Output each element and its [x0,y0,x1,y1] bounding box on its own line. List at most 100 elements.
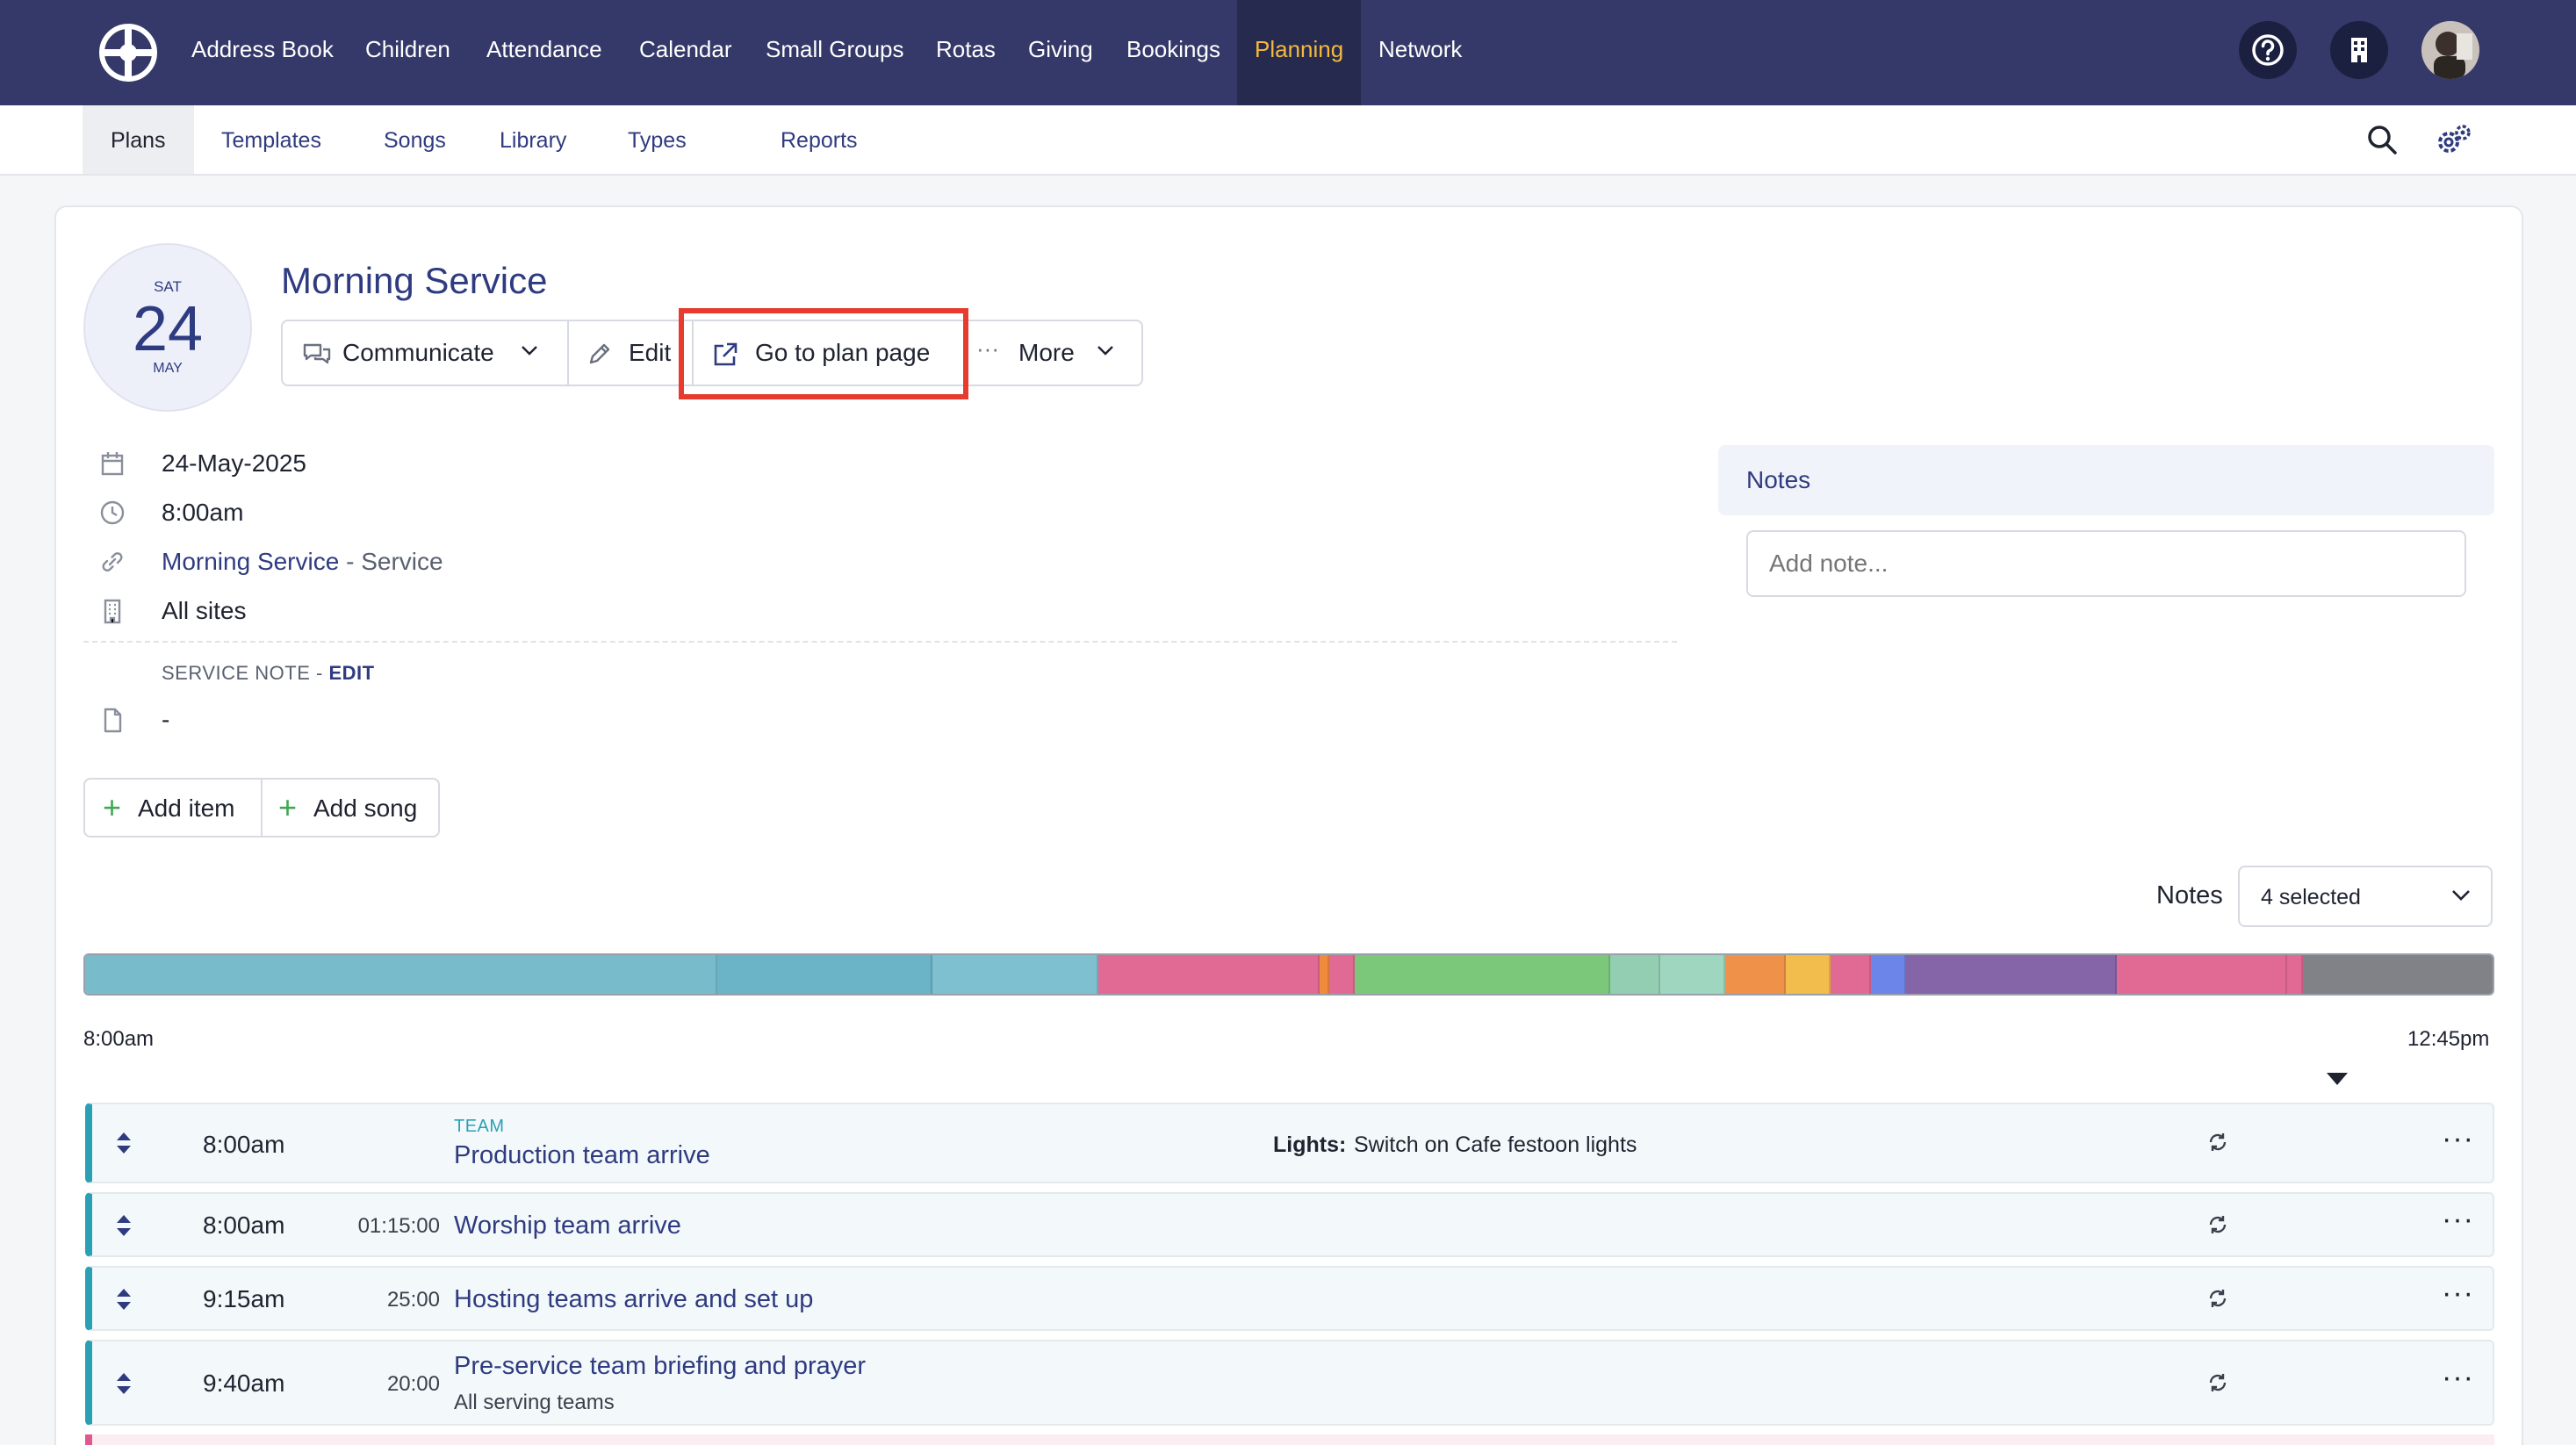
plan-item-row[interactable]: 9:15am 25:00 Hosting teams arrive and se… [85,1266,2494,1331]
chevron-down-icon [520,344,539,356]
add-item-button[interactable]: + Add item [85,780,261,836]
document-icon [98,706,126,734]
nav-attendance[interactable]: Attendance [486,0,602,105]
nav-children[interactable]: Children [365,0,450,105]
highlight-box [679,308,968,399]
tab-plans[interactable]: Plans [83,105,194,174]
timeline-segment[interactable] [1354,955,1611,994]
item-note-label: Lights: [1273,1132,1347,1157]
timeline-end-time: 12:45pm [2407,1027,2490,1051]
drag-handle-icon[interactable] [115,1371,133,1396]
nav-giving[interactable]: Giving [1028,0,1093,105]
item-time: 9:15am [203,1285,285,1312]
item-more-icon[interactable]: ··· [2442,1361,2474,1395]
tab-types[interactable]: Types [628,105,687,174]
date-badge-weekday: SAT [154,278,182,295]
timeline-segment[interactable] [1725,955,1786,994]
nav-network[interactable]: Network [1378,0,1462,105]
plan-sites: All sites [162,597,247,624]
top-navbar: Address Book Children Attendance Calenda… [0,0,2576,105]
tab-library[interactable]: Library [500,105,566,174]
timeline-segment[interactable] [932,955,1099,994]
building-icon [98,597,126,625]
edit-button[interactable]: Edit [569,321,692,385]
add-song-button[interactable]: + Add song [263,780,438,836]
notes-filter-value: 4 selected [2261,885,2361,909]
plan-item-row[interactable]: 9:40am 20:00 Pre-service team briefing a… [85,1340,2494,1426]
nav-bookings[interactable]: Bookings [1126,0,1220,105]
notes-filter-select[interactable]: 4 selected [2238,866,2493,927]
timeline-segment[interactable] [1785,955,1831,994]
timeline-segment[interactable] [2302,955,2493,994]
drag-handle-icon[interactable] [115,1213,133,1238]
service-note-label: SERVICE NOTE - [162,662,329,684]
notes-filter-label: Notes [2156,881,2223,909]
service-note-edit-link[interactable]: EDIT [328,662,374,684]
chevron-down-icon [1096,344,1115,356]
nav-calendar[interactable]: Calendar [639,0,732,105]
timeline-segment[interactable] [1319,955,1330,994]
sync-icon[interactable] [2206,1131,2229,1154]
timeline-segment[interactable] [1329,955,1355,994]
timeline-segment[interactable] [2287,955,2303,994]
add-actions-group: + Add item + Add song [83,778,440,838]
plan-time: 8:00am [162,499,244,526]
date-badge-day: 24 [132,294,204,364]
tab-templates[interactable]: Templates [221,105,321,174]
nav-rotas[interactable]: Rotas [936,0,996,105]
drag-handle-icon[interactable] [115,1131,133,1155]
item-title[interactable]: Hosting teams arrive and set up [454,1285,813,1314]
plan-item-row[interactable]: 8:00am 01:15:00 Worship team arrive ··· [85,1192,2494,1257]
tab-reports[interactable]: Reports [781,105,858,174]
service-type: - Service [339,548,443,575]
calendar-icon [98,449,126,478]
app-logo-icon[interactable] [98,23,158,83]
item-tag: TEAM [454,1117,505,1136]
plus-icon: + [278,789,298,825]
add-item-label: Add item [138,794,235,822]
nav-address-book[interactable]: Address Book [191,0,334,105]
search-icon[interactable] [2365,123,2399,156]
sync-icon[interactable] [2206,1371,2229,1394]
building-icon[interactable] [2330,21,2388,79]
chat-bubbles-icon [302,341,332,367]
timeline-segment[interactable] [1098,955,1320,994]
more-button[interactable]: ··· More [968,321,1141,385]
nav-small-groups[interactable]: Small Groups [766,0,904,105]
date-badge-month: MAY [153,361,183,376]
communicate-label: Communicate [342,339,494,366]
nav-planning[interactable]: Planning [1237,0,1362,105]
item-title[interactable]: Pre-service team briefing and prayer [454,1352,866,1381]
item-time: 9:40am [203,1370,285,1397]
timeline-segment[interactable] [1871,955,1907,994]
plus-icon: + [103,789,122,825]
item-duration: 25:00 [386,1288,440,1312]
timeline-segment[interactable] [1610,955,1661,994]
sync-icon[interactable] [2206,1213,2229,1236]
timeline-segment[interactable] [1906,955,2118,994]
item-title[interactable]: Production team arrive [454,1141,710,1170]
drag-handle-icon[interactable] [115,1287,133,1312]
communicate-button[interactable]: Communicate [283,321,567,385]
notes-panel-title: Notes [1746,466,1811,493]
plan-item-row[interactable]: 8:00am TEAM Production team arrive Light… [85,1103,2494,1183]
plan-item-row[interactable] [85,1434,2494,1445]
item-more-icon[interactable]: ··· [2442,1122,2474,1156]
add-song-label: Add song [313,794,418,822]
timeline-segment[interactable] [85,955,717,994]
sync-icon[interactable] [2206,1287,2229,1310]
timeline-segment[interactable] [2117,955,2288,994]
settings-gears-icon[interactable] [2434,123,2472,158]
timeline-segment[interactable] [716,955,933,994]
item-more-icon[interactable]: ··· [2442,1276,2474,1311]
add-note-input[interactable] [1746,530,2466,597]
timeline-segment[interactable] [1831,955,1872,994]
timeline-segment[interactable] [1660,955,1726,994]
tab-songs[interactable]: Songs [384,105,446,174]
item-more-icon[interactable]: ··· [2442,1203,2474,1237]
item-title[interactable]: Worship team arrive [454,1211,681,1240]
item-subtitle: All serving teams [454,1391,615,1414]
help-icon[interactable] [2239,21,2297,79]
service-link[interactable]: Morning Service [162,548,339,575]
user-avatar[interactable] [2421,21,2479,79]
